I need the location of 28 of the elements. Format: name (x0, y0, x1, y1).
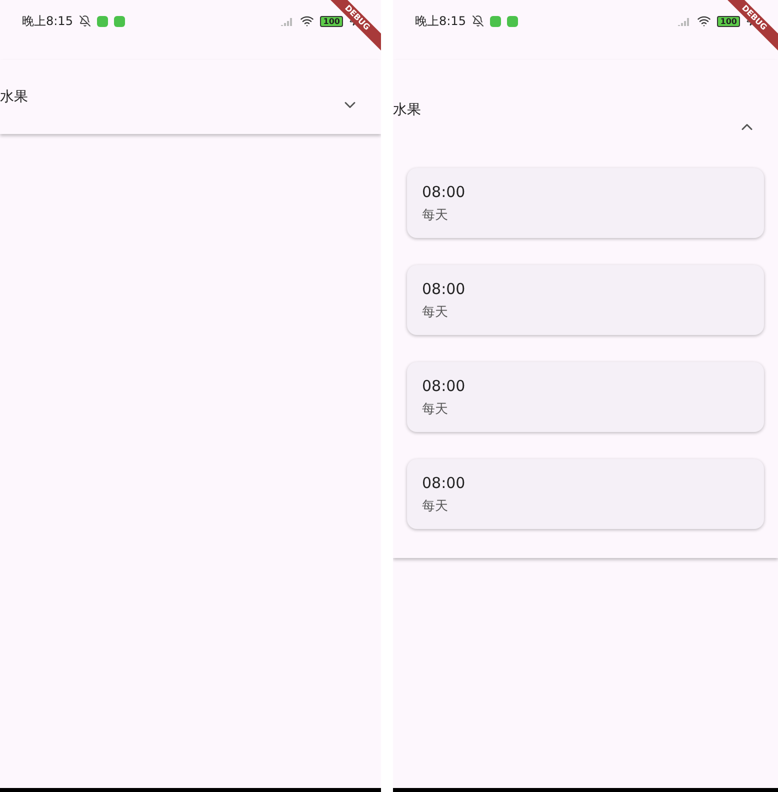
alarm-card[interactable]: 08:00 每天 (407, 362, 764, 432)
alarm-card[interactable]: 08:00 每天 (407, 168, 764, 238)
alarm-repeat: 每天 (422, 498, 449, 514)
wifi-icon (300, 14, 314, 28)
wifi-icon (697, 14, 712, 28)
alarm-card[interactable]: 08:00 每天 (407, 265, 764, 335)
app-icon (114, 16, 125, 26)
bell-off-icon (78, 15, 91, 27)
alarm-time: 08:00 (422, 474, 466, 492)
alarm-repeat: 每天 (422, 400, 449, 418)
alarm-time: 08:00 (422, 376, 466, 394)
signal-icon (677, 16, 692, 26)
app-icon (490, 16, 501, 26)
alarm-repeat: 每天 (422, 206, 449, 224)
status-time: 晚上8:15 (22, 12, 73, 30)
app-icon (96, 16, 108, 26)
status-time: 晚上8:15 (415, 12, 466, 30)
alarm-time: 08:00 (422, 182, 466, 200)
battery-indicator: 100 (717, 16, 740, 26)
alarm-card[interactable]: 08:00 每天 (407, 459, 764, 529)
bell-off-icon (472, 15, 484, 27)
battery-indicator: 100 (320, 16, 343, 26)
signal-icon (280, 16, 294, 26)
panel-title[interactable]: 水果 (393, 101, 421, 119)
alarm-time: 08:00 (422, 280, 466, 298)
app-icon (506, 16, 518, 26)
panel-title[interactable]: 水果 (0, 88, 28, 106)
alarm-repeat: 每天 (422, 304, 449, 320)
